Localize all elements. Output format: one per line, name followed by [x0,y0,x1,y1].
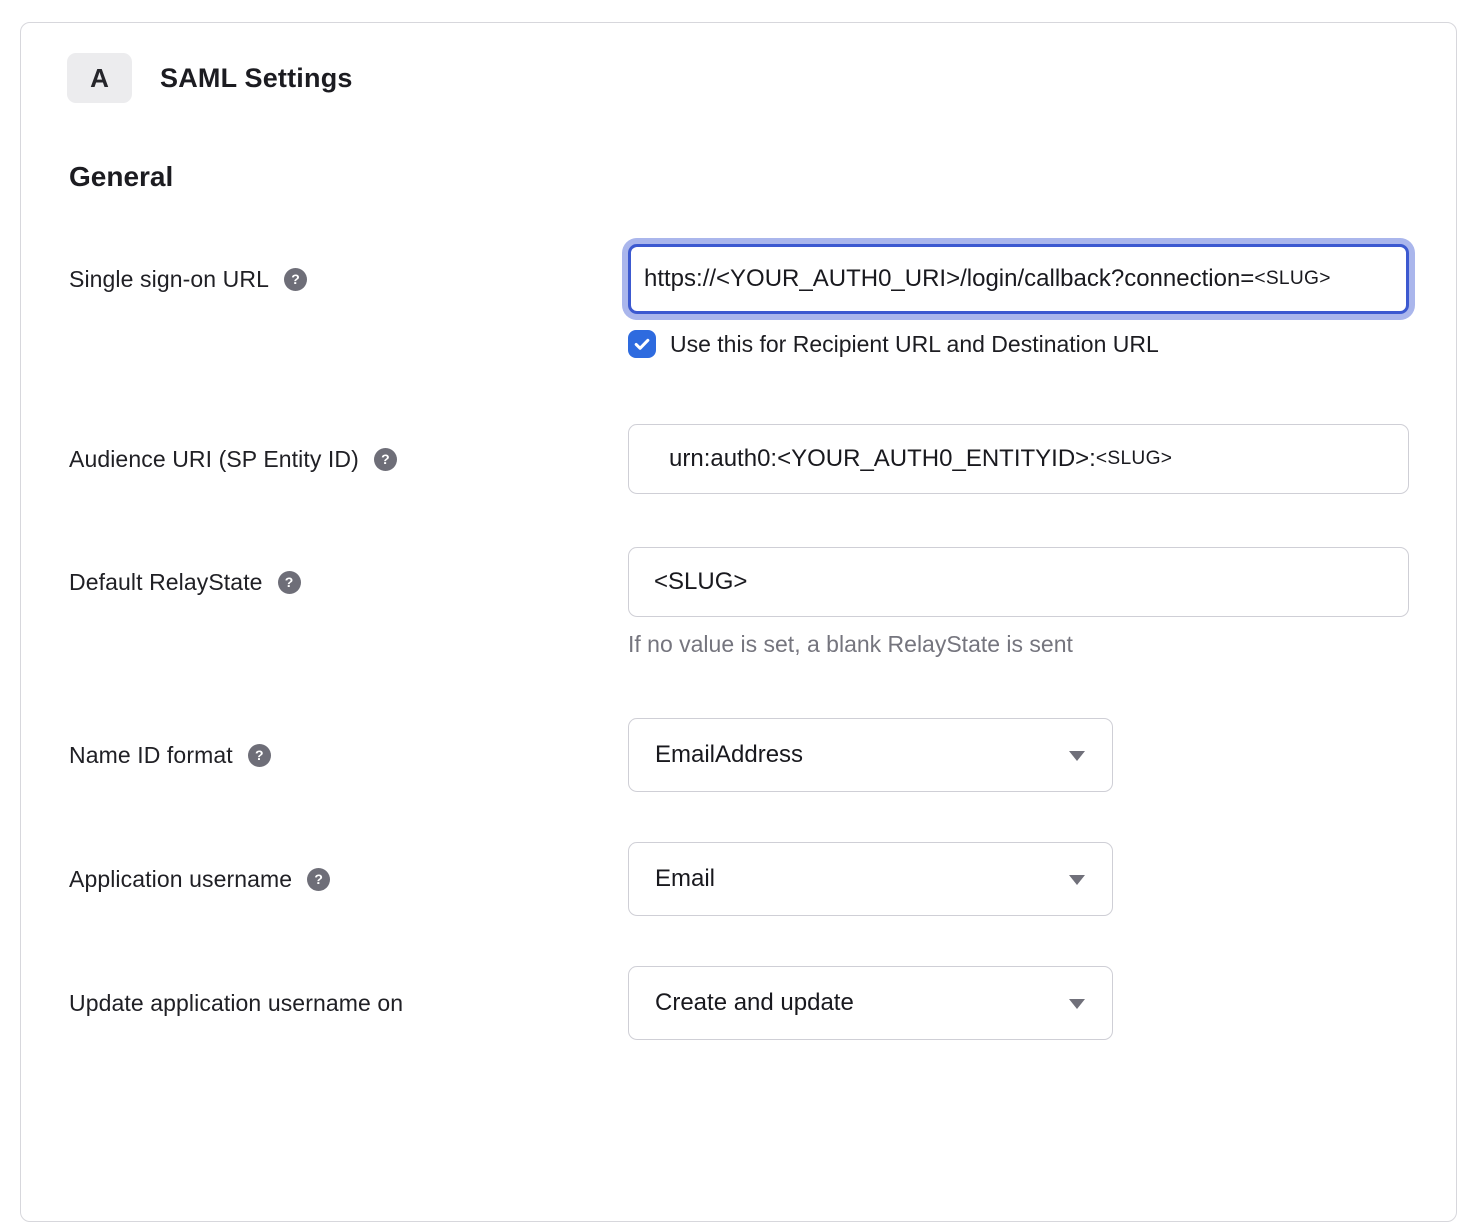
page-title: SAML Settings [160,63,353,94]
recipient-url-checkbox[interactable] [628,330,656,358]
help-icon[interactable]: ? [248,744,271,767]
audience-uri-input[interactable]: urn:auth0:<YOUR_AUTH0_ENTITYID>:<SLUG> [628,424,1409,494]
relaystate-label: Default RelayState [69,569,263,596]
row-name-id-format: Name ID format ? EmailAddress [69,718,1456,792]
audience-uri-slug: <SLUG> [1096,448,1172,470]
name-id-format-value: EmailAddress [655,741,803,769]
relaystate-helper-text: If no value is set, a blank RelayState i… [628,631,1409,658]
help-icon[interactable]: ? [307,868,330,891]
caret-down-icon [1069,999,1085,1009]
row-single-sign-on-url: Single sign-on URL ? https://<YOUR_AUTH0… [69,244,1456,358]
help-icon[interactable]: ? [374,448,397,471]
row-default-relaystate: Default RelayState ? <SLUG> If no value … [69,547,1456,658]
application-username-label: Application username [69,866,292,893]
section-badge: A [67,53,132,103]
row-audience-uri: Audience URI (SP Entity ID) ? urn:auth0:… [69,424,1456,494]
sso-url-input[interactable]: https://<YOUR_AUTH0_URI>/login/callback?… [628,244,1409,314]
general-section-heading: General [69,161,1456,193]
help-icon[interactable]: ? [284,268,307,291]
checkmark-icon [632,334,652,354]
update-username-label: Update application username on [69,990,403,1017]
relaystate-value: <SLUG> [654,568,747,596]
update-username-select[interactable]: Create and update [628,966,1113,1040]
sso-url-slug: <SLUG> [1254,268,1330,290]
caret-down-icon [1069,751,1085,761]
sso-url-value: https://<YOUR_AUTH0_URI>/login/callback?… [644,265,1254,293]
relaystate-input[interactable]: <SLUG> [628,547,1409,617]
update-username-value: Create and update [655,989,854,1017]
saml-settings-card: A SAML Settings General Single sign-on U… [20,22,1457,1222]
row-application-username: Application username ? Email [69,842,1456,916]
caret-down-icon [1069,875,1085,885]
name-id-format-label: Name ID format [69,742,233,769]
audience-uri-label: Audience URI (SP Entity ID) [69,446,359,473]
help-icon[interactable]: ? [278,571,301,594]
sso-url-label: Single sign-on URL [69,266,269,293]
application-username-value: Email [655,865,715,893]
name-id-format-select[interactable]: EmailAddress [628,718,1113,792]
audience-uri-value: urn:auth0:<YOUR_AUTH0_ENTITYID>: [669,445,1096,473]
card-header: A SAML Settings [67,53,1456,103]
recipient-url-checkbox-label: Use this for Recipient URL and Destinati… [670,331,1159,358]
application-username-select[interactable]: Email [628,842,1113,916]
row-update-application-username: Update application username on Create an… [69,966,1456,1040]
